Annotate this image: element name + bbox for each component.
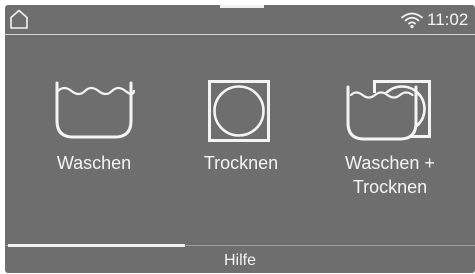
washer-display: 11:02 Waschen Trocknen Waschen + Trockne…: [0, 0, 475, 274]
help-button[interactable]: Hilfe: [200, 250, 280, 272]
program-label: Trocknen: [203, 153, 279, 173]
bottom-bar: Hilfe: [5, 244, 475, 273]
home-button[interactable]: [8, 8, 30, 30]
top-pull-handle[interactable]: [220, 5, 264, 8]
status-bar: 11:02: [5, 5, 475, 35]
program-waschen-trocknen[interactable]: Waschen + Trocknen: [335, 79, 445, 204]
page-indicator: [8, 244, 185, 247]
wash-and-dry-icon: [343, 79, 433, 143]
display-panel: 11:02 Waschen Trocknen Waschen + Trockne…: [5, 5, 475, 273]
home-icon: [8, 8, 30, 30]
wash-tub-icon: [52, 79, 136, 143]
program-waschen[interactable]: Waschen: [44, 79, 144, 179]
program-trocknen[interactable]: Trocknen: [191, 79, 291, 179]
clock: 11:02: [427, 10, 469, 29]
wifi-icon: [400, 11, 424, 29]
header-divider: [5, 34, 475, 35]
program-label: Trocknen: [352, 177, 428, 197]
tumble-dry-icon: [207, 79, 273, 143]
program-label: Waschen: [56, 153, 132, 173]
program-label: Waschen +: [345, 153, 435, 173]
